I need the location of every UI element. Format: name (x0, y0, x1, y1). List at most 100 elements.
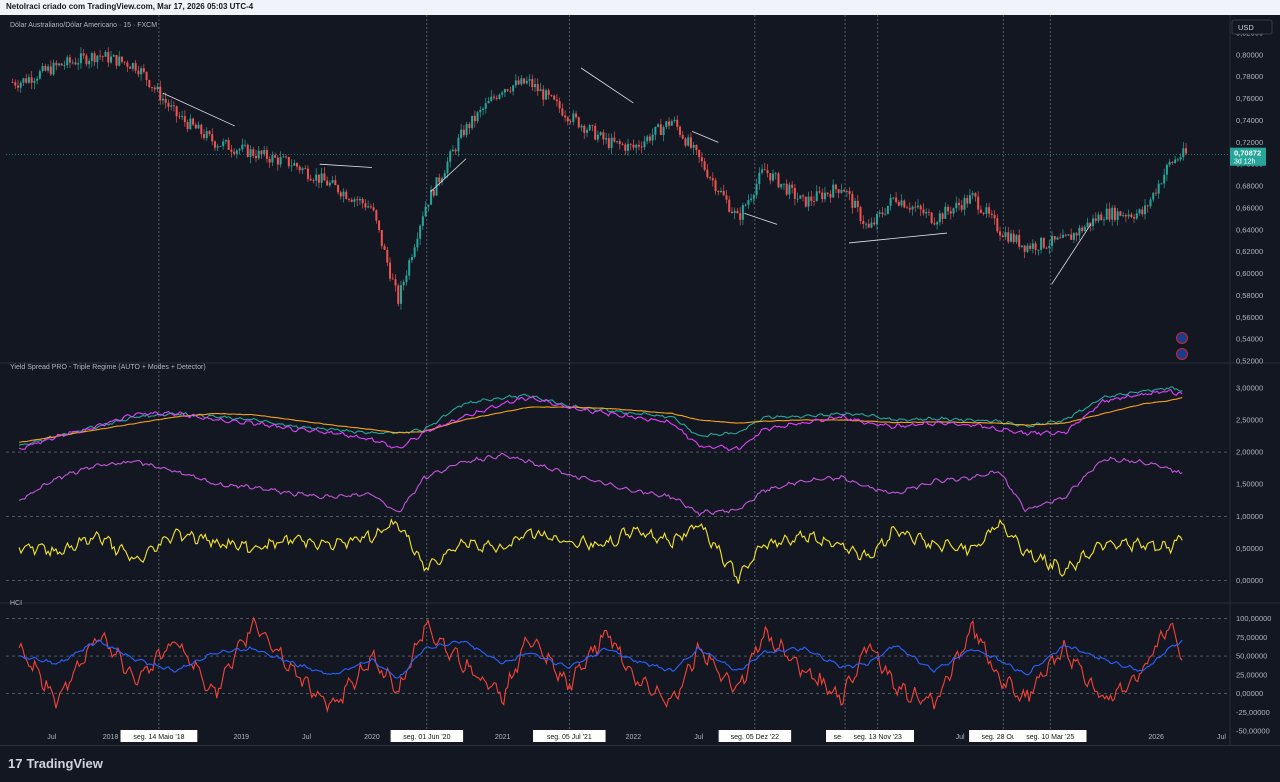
candle-body (919, 205, 922, 210)
candle-body (640, 146, 643, 148)
candle-body (383, 245, 386, 250)
candle-body (1064, 234, 1067, 236)
candle-body (922, 209, 925, 214)
candle-body (274, 155, 277, 158)
candle-body (960, 205, 963, 210)
candle-body (282, 156, 285, 158)
candle-body (555, 99, 558, 102)
x-tick-label: Jul (302, 734, 311, 741)
chart-canvas[interactable]: Dólar Australiano/Dólar Americano · 15 ·… (0, 15, 1280, 745)
pane-title-0: Dólar Australiano/Dólar Americano · 15 ·… (10, 22, 157, 29)
candle-body (372, 207, 375, 211)
candle-body (421, 216, 424, 226)
candle-body (837, 189, 840, 193)
candle-body (74, 62, 77, 65)
candle-body (244, 144, 247, 146)
candle-body (698, 149, 701, 158)
candle-body (216, 146, 219, 148)
candle-body (564, 115, 567, 118)
x-tick-label: 2021 (495, 734, 511, 741)
candle-body (1037, 249, 1040, 251)
y-tick-label: 0,78000 (1236, 72, 1263, 81)
candle-body (1108, 208, 1111, 220)
series-line-1-0 (18, 386, 1183, 446)
candle-body (785, 183, 788, 195)
candle-body (703, 161, 706, 170)
candle-body (1086, 222, 1089, 227)
candle-body (968, 195, 971, 204)
x-tick-label: Jul (956, 734, 965, 741)
tradingview-brand[interactable]: 17 TradingView (8, 756, 103, 771)
candle-body (41, 65, 44, 72)
header-bar: Netolraci criado com TradingView.com, Ma… (0, 0, 1280, 15)
candle-body (892, 197, 895, 199)
candle-body (164, 98, 167, 103)
candle-body (432, 189, 435, 196)
candle-body (1122, 215, 1125, 216)
candle-body (386, 249, 389, 263)
x-tick-label: 2020 (364, 734, 380, 741)
candle-body (823, 192, 826, 200)
chart-area[interactable]: Dólar Australiano/Dólar Americano · 15 ·… (0, 15, 1280, 745)
candle-body (211, 134, 214, 142)
candle-body (1004, 232, 1007, 238)
candle-body (279, 157, 282, 165)
candle-body (914, 206, 917, 208)
candle-body (1023, 245, 1026, 252)
candle-body (438, 177, 441, 183)
candle-body (342, 191, 345, 197)
candle-body (780, 183, 783, 188)
candle-body (413, 247, 416, 258)
candle-body (728, 199, 731, 212)
candle-body (1081, 227, 1084, 232)
candle-body (38, 71, 41, 79)
y-tick-label: 1,00000 (1236, 512, 1263, 521)
candle-body (241, 144, 244, 150)
candle-body (203, 134, 206, 139)
candle-body (591, 125, 594, 127)
candle-body (730, 211, 733, 213)
candle-body (747, 200, 750, 205)
candle-body (665, 121, 668, 128)
candle-body (1018, 235, 1021, 247)
candle-body (1154, 192, 1157, 194)
candle-body (982, 212, 985, 214)
y-tick-label: 2,50000 (1236, 415, 1263, 424)
candle-body (490, 96, 493, 101)
candle-body (85, 55, 88, 65)
candle-body (331, 180, 334, 183)
candle-body (903, 200, 906, 208)
candle-body (178, 116, 181, 118)
candle-body (208, 131, 211, 135)
candle-body (323, 173, 326, 181)
candle-body (345, 191, 348, 199)
header-caption: Netolraci criado com TradingView.com, Ma… (6, 2, 254, 11)
series-line-1-4 (18, 518, 1183, 584)
candle-body (394, 279, 397, 286)
candle-body (802, 195, 805, 197)
candle-body (1072, 233, 1075, 240)
candle-body (1135, 213, 1138, 219)
candle-body (585, 130, 588, 133)
candle-body (1061, 234, 1064, 238)
candle-body (1152, 192, 1155, 200)
candle-body (637, 144, 640, 147)
candle-body (621, 143, 624, 145)
candle-body (110, 56, 113, 63)
candle-body (736, 210, 739, 214)
candle-body (906, 207, 909, 209)
candle-body (977, 196, 980, 210)
candle-body (911, 206, 914, 210)
candle-body (156, 86, 159, 90)
candle-body (553, 95, 556, 100)
candle-body (408, 260, 411, 276)
candle-body (71, 62, 74, 64)
candle-body (17, 85, 20, 88)
candle-body (897, 201, 900, 206)
candle-body (878, 212, 881, 214)
candle-body (460, 129, 463, 138)
y-tick-label: 0,68000 (1236, 182, 1263, 191)
candle-body (725, 195, 728, 200)
x-marker-label: seg. 10 Mar '25 (1026, 734, 1074, 741)
candle-body (189, 118, 192, 130)
